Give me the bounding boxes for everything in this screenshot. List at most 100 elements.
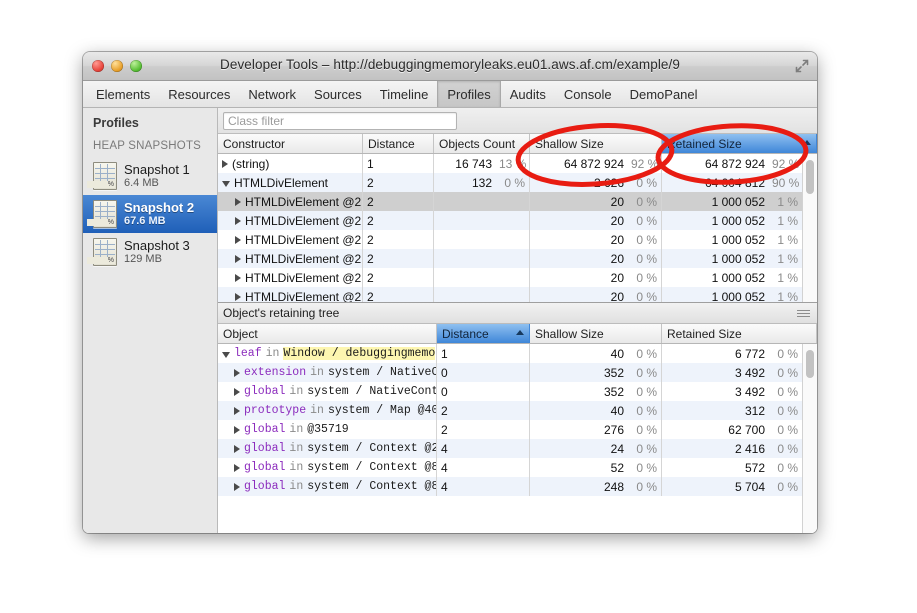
column-header-retained-size[interactable]: Retained Size (662, 134, 817, 153)
rt-distance-value: 2 (441, 423, 448, 437)
column-header-label: Distance (442, 327, 489, 341)
rt-retained-size-value: 2 416 (735, 442, 765, 456)
triangle-right-icon[interactable] (235, 198, 241, 206)
retainer-key: prototype (244, 404, 306, 417)
column-header-objects-count[interactable]: Objects Count (434, 134, 530, 153)
snapshot-item-2[interactable]: %Snapshot 267.6 MB (83, 195, 217, 233)
snapshot-size: 129 MB (124, 253, 190, 265)
triangle-right-icon[interactable] (234, 426, 240, 434)
table-row[interactable]: leafinWindow / debuggingmemo1400 %6 7720… (218, 344, 817, 363)
shallow-size-value: 20 (611, 233, 624, 247)
tab-elements[interactable]: Elements (87, 81, 159, 107)
distance-value: 2 (367, 195, 374, 209)
triangle-right-icon[interactable] (234, 369, 240, 377)
shallow-size-value: 64 872 924 (564, 157, 624, 171)
rt-shallow-size-value: 276 (604, 423, 624, 437)
snapshot-item-3[interactable]: %Snapshot 3129 MB (83, 233, 217, 271)
triangle-right-icon[interactable] (234, 445, 240, 453)
snapshot-name: Snapshot 3 (124, 239, 190, 254)
table-row[interactable]: HTMLDivElement @22200 %1 000 0521 % (218, 249, 817, 268)
triangle-right-icon[interactable] (235, 274, 241, 282)
column-header-constructor[interactable]: Constructor (218, 134, 363, 153)
table-row[interactable]: globalinsystem / Context @84520 %5720 % (218, 458, 817, 477)
constructor-name: HTMLDivElement @2 (245, 233, 361, 247)
table-row[interactable]: globalinsystem / Context @24240 %2 4160 … (218, 439, 817, 458)
rt-column-header-retained-size[interactable]: Retained Size (662, 324, 817, 343)
triangle-right-icon[interactable] (235, 217, 241, 225)
rt-column-header-distance[interactable]: Distance (437, 324, 530, 343)
triangle-right-icon[interactable] (234, 407, 240, 415)
constructor-grid-scrollbar[interactable] (802, 154, 817, 302)
rt-shallow-size-value: 352 (604, 366, 624, 380)
splitter-grip-icon[interactable] (797, 309, 810, 317)
panel-tab-bar: ElementsResourcesNetworkSourcesTimelineP… (83, 81, 817, 108)
rt-column-header-object[interactable]: Object (218, 324, 437, 343)
shallow-size-percent: 0 % (631, 271, 657, 285)
class-filter-input[interactable] (223, 112, 457, 130)
column-header-distance[interactable]: Distance (363, 134, 434, 153)
tab-timeline[interactable]: Timeline (371, 81, 438, 107)
retained-size-value: 64 004 812 (705, 176, 765, 190)
rt-retained-size-value: 572 (745, 461, 765, 475)
column-header-shallow-size[interactable]: Shallow Size (530, 134, 662, 153)
distance-value: 2 (367, 176, 374, 190)
triangle-down-icon[interactable] (222, 352, 230, 358)
constructor-name: HTMLDivElement @2 (245, 195, 361, 209)
triangle-right-icon[interactable] (234, 388, 240, 396)
rt-shallow-size-value: 40 (611, 347, 624, 361)
retained-size-value: 1 000 052 (712, 214, 765, 228)
triangle-down-icon[interactable] (222, 181, 230, 187)
retained-size-value: 1 000 052 (712, 252, 765, 266)
table-row[interactable]: HTMLDivElement @22200 %1 000 0521 % (218, 287, 817, 302)
snapshot-item-1[interactable]: %Snapshot 16.4 MB (83, 157, 217, 195)
sidebar-title: Profiles (83, 108, 217, 136)
tab-audits[interactable]: Audits (501, 81, 555, 107)
rt-shallow-size-value: 248 (604, 480, 624, 494)
triangle-right-icon[interactable] (234, 483, 240, 491)
retained-size-percent: 1 % (772, 290, 798, 303)
table-row[interactable]: HTMLDivElement21320 %2 6260 %64 004 8129… (218, 173, 817, 192)
retaining-tree-header: Object Distance Shallow SizeRetained Size (218, 324, 817, 344)
tab-resources[interactable]: Resources (159, 81, 239, 107)
retaining-tree-scrollbar[interactable] (802, 344, 817, 533)
shallow-size-value: 20 (611, 195, 624, 209)
triangle-right-icon[interactable] (235, 255, 241, 263)
triangle-right-icon[interactable] (234, 464, 240, 472)
retainer-key: leaf (234, 347, 262, 360)
table-row[interactable]: prototypeinsystem / Map @402400 %3120 % (218, 401, 817, 420)
tab-demopanel[interactable]: DemoPanel (621, 81, 707, 107)
rt-shallow-size-percent: 0 % (631, 347, 657, 361)
retainer-path: system / Context @8 (307, 480, 437, 493)
scrollbar-thumb[interactable] (806, 350, 814, 378)
tab-profiles[interactable]: Profiles (437, 81, 500, 107)
retained-size-value: 1 000 052 (712, 233, 765, 247)
devtools-window: Developer Tools – http://debuggingmemory… (83, 52, 817, 533)
rt-retained-size-value: 3 492 (735, 385, 765, 399)
table-row[interactable]: extensioninsystem / NativeC03520 %3 4920… (218, 363, 817, 382)
table-row[interactable]: HTMLDivElement @22200 %1 000 0521 % (218, 192, 817, 211)
resize-diagonal-icon[interactable] (794, 58, 810, 74)
shallow-size-value: 20 (611, 271, 624, 285)
retained-size-percent: 1 % (772, 233, 798, 247)
table-row[interactable]: globalinsystem / Context @842480 %5 7040… (218, 477, 817, 496)
scrollbar-thumb[interactable] (806, 160, 814, 194)
table-row[interactable]: HTMLDivElement @22200 %1 000 0521 % (218, 230, 817, 249)
rt-column-header-shallow-size[interactable]: Shallow Size (530, 324, 662, 343)
triangle-right-icon[interactable] (222, 160, 228, 168)
table-row[interactable]: HTMLDivElement @22200 %1 000 0521 % (218, 211, 817, 230)
retainer-key: global (244, 442, 285, 455)
retainer-key: global (244, 480, 285, 493)
triangle-right-icon[interactable] (235, 236, 241, 244)
snapshot-list: %Snapshot 16.4 MB%Snapshot 267.6 MB%Snap… (83, 157, 217, 271)
table-row[interactable]: HTMLDivElement @22200 %1 000 0521 % (218, 268, 817, 287)
constructor-name: HTMLDivElement @2 (245, 214, 361, 228)
rt-distance-value: 1 (441, 347, 448, 361)
table-row[interactable]: globalin@3571922760 %62 7000 % (218, 420, 817, 439)
tab-console[interactable]: Console (555, 81, 621, 107)
retainer-path: system / Context @2 (307, 442, 437, 455)
tab-network[interactable]: Network (239, 81, 305, 107)
table-row[interactable]: (string)116 74313 %64 872 92492 %64 872 … (218, 154, 817, 173)
tab-sources[interactable]: Sources (305, 81, 371, 107)
table-row[interactable]: globalinsystem / NativeCont03520 %3 4920… (218, 382, 817, 401)
triangle-right-icon[interactable] (235, 293, 241, 301)
